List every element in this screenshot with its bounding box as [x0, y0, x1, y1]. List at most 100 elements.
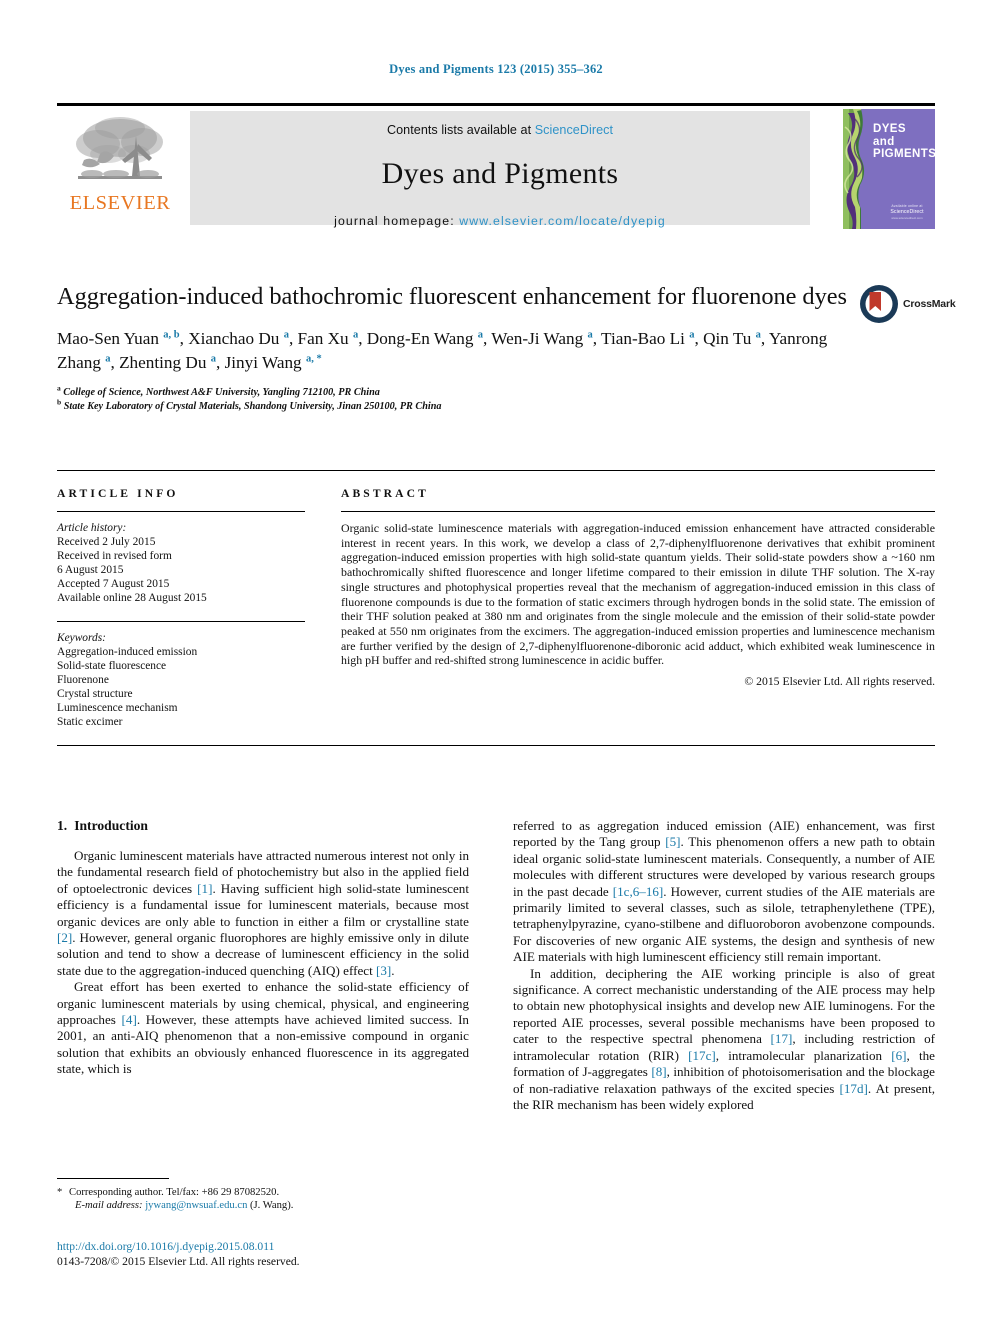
abstract-rule [341, 511, 935, 512]
article-history-item: Available online 28 August 2015 [57, 592, 207, 605]
body-paragraph: Organic luminescent materials have attra… [57, 848, 469, 978]
corresponding-author-marker: * [57, 1187, 63, 1198]
article-history-block: Article history: Received 2 July 2015 Rec… [57, 521, 305, 606]
section-heading-introduction: 1. Introduction [57, 818, 469, 834]
corresponding-author-text: Corresponding author. Tel/fax: +86 29 87… [69, 1187, 280, 1198]
elsevier-logo: ELSEVIER [63, 112, 177, 224]
author-name: Dong-En Wang [366, 329, 478, 348]
author-name: Tian-Bao Li [601, 329, 690, 348]
cover-title-line2: and [873, 135, 895, 148]
citation-link[interactable]: [1] [197, 881, 212, 896]
elsevier-tree-icon [76, 117, 163, 179]
author-separator: , [358, 329, 367, 348]
article-info-column: ARTICLE INFO Article history: Received 2… [57, 487, 305, 729]
abstract-text: Organic solid-state luminescence materia… [341, 521, 935, 668]
affiliation-text: State Key Laboratory of Crystal Material… [61, 400, 442, 412]
keyword-item: Static excimer [57, 716, 123, 729]
author-affiliation-marker: a, * [305, 353, 322, 365]
abstract-heading: ABSTRACT [341, 487, 429, 500]
article-history-item: Accepted 7 August 2015 [57, 578, 170, 591]
citation-link[interactable]: [5] [665, 834, 680, 849]
citation-link[interactable]: [3] [376, 963, 391, 978]
keyword-item: Crystal structure [57, 687, 133, 700]
author-name: Xianchao Du [188, 329, 284, 348]
author-separator: , [288, 329, 298, 348]
cover-footer-available: Available online at [891, 203, 923, 208]
body-paragraph: referred to as aggregation induced emiss… [513, 818, 935, 965]
cover-footer-sciencedirect: ScienceDirect [890, 209, 924, 215]
email-link[interactable]: jywang@nwsuaf.edu.cn [145, 1200, 247, 1211]
section-number: 1. [57, 818, 68, 833]
homepage-url-link[interactable]: www.elsevier.com/locate/dyepig [459, 214, 666, 228]
article-info-rule [57, 511, 305, 512]
author-name: Zhenting Du [119, 353, 211, 372]
author-separator: , [179, 329, 189, 348]
cover-footer: Available online at ScienceDirect www.sc… [885, 204, 929, 221]
keywords-label: Keywords: [57, 631, 106, 644]
keyword-item: Solid-state fluorescence [57, 659, 167, 672]
section-title: Introduction [74, 818, 148, 833]
left-column-paragraphs: Organic luminescent materials have attra… [57, 848, 469, 1078]
homepage-prefix: journal homepage: [334, 214, 460, 228]
footnote-area: * Corresponding author. Tel/fax: +86 29 8… [57, 1178, 469, 1213]
affiliation-item: b State Key Laboratory of Crystal Materi… [57, 398, 847, 414]
crossmark-badge[interactable]: CrossMark [859, 284, 956, 330]
author-name: Mao-Sen Yuan [57, 329, 164, 348]
keywords-block: Keywords: Aggregation-induced emission So… [57, 631, 305, 730]
running-head: Dyes and Pigments 123 (2015) 355–362 [389, 62, 603, 76]
body-paragraph: Great effort has been exerted to enhance… [57, 979, 469, 1077]
author-name: Fan Xu [297, 329, 353, 348]
cover-footer-url: www.sciencedirect.com [891, 216, 923, 220]
citation-link[interactable]: [17] [771, 1031, 793, 1046]
citation-link[interactable]: [2] [57, 930, 72, 945]
keyword-item: Fluorenone [57, 673, 109, 686]
article-history-items: Received 2 July 2015 Received in revised … [57, 535, 305, 605]
author-separator: , [592, 329, 602, 348]
doi-link[interactable]: http://dx.doi.org/10.1016/j.dyepig.2015.… [57, 1240, 487, 1255]
page-title: Aggregation-induced bathochromic fluores… [57, 283, 847, 310]
article-history-item: 6 August 2015 [57, 564, 124, 577]
abstract-bottom-rule [57, 745, 935, 746]
abstract-copyright: © 2015 Elsevier Ltd. All rights reserved… [744, 675, 935, 689]
title-block: Aggregation-induced bathochromic fluores… [57, 282, 847, 413]
sciencedirect-link[interactable]: ScienceDirect [535, 123, 613, 137]
citation-link[interactable]: [1c,6–16] [613, 884, 664, 899]
author-name: Qin Tu [703, 329, 756, 348]
citation-link[interactable]: [17c] [688, 1048, 716, 1063]
journal-cover-thumbnail: DYES and PIGMENTS Available online at Sc… [843, 109, 935, 229]
cover-art-strip [843, 109, 866, 229]
author-name: Jinyi Wang [224, 353, 306, 372]
citation-link[interactable]: [4] [122, 1012, 137, 1027]
journal-title: Dyes and Pigments [381, 157, 619, 190]
masthead-top-rule [57, 103, 935, 106]
keyword-item: Aggregation-induced emission [57, 645, 198, 658]
author-separator: , [215, 353, 225, 372]
cover-title-text: DYES and PIGMENTS [873, 123, 935, 161]
citation-link[interactable]: [8] [651, 1064, 666, 1079]
contents-prefix: Contents lists available at [386, 123, 535, 137]
masthead-center-panel: Contents lists available at ScienceDirec… [190, 111, 810, 228]
journal-article-page: Dyes and Pigments 123 (2015) 355–362 ELS… [0, 0, 992, 1323]
email-suffix: (J. Wang). [250, 1200, 294, 1212]
journal-homepage-line: journal homepage: www.elsevier.com/locat… [190, 214, 810, 228]
email-note: E-mail address: jywang@nwsuaf.edu.cn (J.… [57, 1199, 469, 1212]
keywords-items: Aggregation-induced emission Solid-state … [57, 645, 305, 730]
author-separator: , [760, 329, 769, 348]
abstract-column: ABSTRACT Organic solid-state luminescenc… [341, 487, 935, 688]
body-column-left: 1. Introduction Organic luminescent mater… [57, 818, 469, 1078]
issn-copyright: 0143-7208/© 2015 Elsevier Ltd. All right… [57, 1254, 300, 1268]
info-top-rule [57, 470, 935, 471]
author-name: Wen-Ji Wang [491, 329, 588, 348]
email-label: E-mail address: [75, 1200, 143, 1212]
crossmark-icon [860, 285, 898, 323]
article-history-item: Received 2 July 2015 [57, 536, 156, 549]
cover-title-line1: DYES [873, 123, 906, 135]
affiliation-item: a College of Science, Northwest A&F Univ… [57, 384, 847, 400]
contents-line: Contents lists available at ScienceDirec… [190, 111, 810, 137]
crossmark-label: CrossMark [903, 298, 956, 310]
citation-link[interactable]: [6] [891, 1048, 906, 1063]
keywords-rule [57, 620, 305, 622]
citation-link[interactable]: [17d] [840, 1081, 868, 1096]
body-paragraph: In addition, deciphering the AIE working… [513, 965, 935, 1112]
author-affiliation-marker: a, b [163, 329, 180, 341]
